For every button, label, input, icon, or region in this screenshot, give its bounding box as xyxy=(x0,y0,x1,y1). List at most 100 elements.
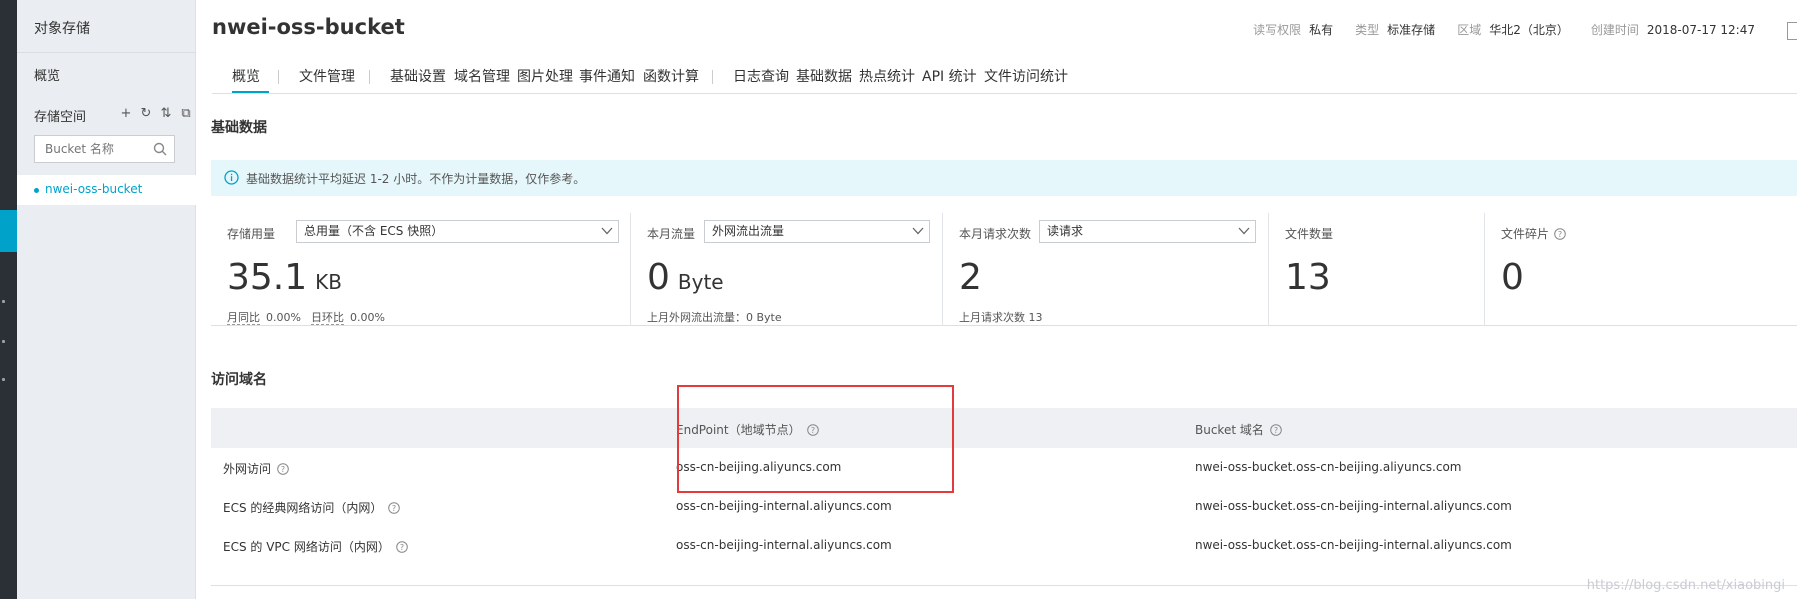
meta-permission: 读写权限 私有 xyxy=(1253,23,1334,37)
storage-space-row: 存储空间 + ↻ ⇅ ⧉ xyxy=(34,106,191,126)
svg-text:?: ? xyxy=(392,504,396,513)
stat-monthly-traffic: 本月流量 外网流出流量 0 Byte 上月外网流出流量：0 Byte xyxy=(631,213,941,326)
svg-text:?: ? xyxy=(400,543,404,552)
tab-basic-data[interactable]: 基础数据 xyxy=(796,66,852,86)
left-nav-dot xyxy=(2,378,5,381)
svg-text:?: ? xyxy=(1274,426,1278,435)
tab-hotspot-stats[interactable]: 热点统计 xyxy=(859,66,915,86)
help-icon[interactable]: ? xyxy=(1270,424,1282,436)
sidebar-divider xyxy=(17,52,196,53)
sidebar-title: 对象存储 xyxy=(34,21,90,37)
tab-file-access-stats[interactable]: 文件访问统计 xyxy=(984,66,1068,86)
tab-image-processing[interactable]: 图片处理 xyxy=(517,66,573,86)
search-icon[interactable] xyxy=(153,142,167,156)
row-endpoint[interactable]: oss-cn-beijing-internal.aliyuncs.com xyxy=(676,538,892,552)
row-bucket-domain[interactable]: nwei-oss-bucket.oss-cn-beijing-internal.… xyxy=(1195,538,1512,552)
table-row: 外网访问? oss-cn-beijing.aliyuncs.com nwei-o… xyxy=(211,448,1797,486)
sidebar-item-overview[interactable]: 概览 xyxy=(34,65,60,84)
tab-separator xyxy=(278,70,279,84)
storage-space-label: 存储空间 xyxy=(34,110,87,125)
section-bottom-divider xyxy=(211,585,1797,586)
request-type-select[interactable]: 读请求 xyxy=(1039,220,1256,243)
stat-label: 文件碎片? xyxy=(1501,225,1566,242)
stats-row: 存储用量 总用量（不含 ECS 快照） 35.1 KB 月同比 0.00% 日环比 0.… xyxy=(211,213,1797,326)
chevron-down-icon xyxy=(912,227,924,235)
tab-overview[interactable]: 概览 xyxy=(232,66,260,86)
info-notice: 基础数据统计平均延迟 1-2 小时。不作为计量数据，仅作参考。 xyxy=(211,160,1797,196)
add-icon[interactable]: + xyxy=(119,106,133,122)
sidebar-bucket-name: nwei-oss-bucket xyxy=(45,182,143,196)
tab-api-stats[interactable]: API 统计 xyxy=(922,66,977,86)
tab-separator xyxy=(712,70,713,84)
refresh-icon[interactable]: ↻ xyxy=(139,106,153,122)
watermark: https://blog.csdn.net/xiaobingi xyxy=(1586,578,1785,593)
left-nav-dot xyxy=(2,300,5,303)
tab-basic-settings[interactable]: 基础设置 xyxy=(390,66,446,86)
expand-icon[interactable]: ⧉ xyxy=(179,106,193,122)
highlight-annotation-box xyxy=(677,385,954,493)
main-content: nwei-oss-bucket 读写权限 私有 类型 标准存储 区域 华北2（北京） … xyxy=(197,0,1797,599)
stat-sub: 上月外网流出流量：0 Byte xyxy=(647,311,782,324)
stat-value: 2 xyxy=(959,257,982,298)
tab-function-compute[interactable]: 函数计算 xyxy=(643,66,699,86)
bucket-search-input[interactable] xyxy=(35,136,145,162)
table-header: EndPoint（地域节点）? Bucket 域名? xyxy=(211,408,1797,448)
help-icon[interactable]: ? xyxy=(388,502,401,514)
stat-sub: 上月请求次数 13 xyxy=(959,311,1043,324)
row-endpoint[interactable]: oss-cn-beijing-internal.aliyuncs.com xyxy=(676,499,892,513)
basic-data-title: 基础数据 xyxy=(211,120,267,136)
tab-bar: 概览 文件管理 基础设置 域名管理 图片处理 事件通知 函数计算 日志查询 基础… xyxy=(212,60,1797,94)
help-icon[interactable]: ? xyxy=(396,541,408,553)
stat-value: 0 xyxy=(1501,257,1524,298)
bucket-meta: 读写权限 私有 类型 标准存储 区域 华北2（北京） 创建时间 2018-07-17 1… xyxy=(1253,21,1755,38)
tab-log-query[interactable]: 日志查询 xyxy=(733,66,789,86)
help-icon[interactable]: ? xyxy=(277,463,289,475)
stat-value: 0 Byte xyxy=(647,257,724,298)
meta-created: 创建时间 2018-07-17 12:47 xyxy=(1590,23,1755,37)
svg-text:?: ? xyxy=(281,465,285,474)
left-nav-strip xyxy=(0,0,17,599)
storage-usage-select[interactable]: 总用量（不含 ECS 快照） xyxy=(296,220,619,243)
row-access-type: ECS 的 VPC 网络访问（内网）? xyxy=(223,538,408,555)
info-notice-text: 基础数据统计平均延迟 1-2 小时。不作为计量数据，仅作参考。 xyxy=(246,172,586,186)
stat-label: 存储用量 xyxy=(227,227,276,241)
page-title: nwei-oss-bucket xyxy=(212,15,405,39)
tab-file-management[interactable]: 文件管理 xyxy=(299,66,355,86)
active-tab-indicator xyxy=(232,91,269,93)
bucket-search-box xyxy=(34,135,175,163)
header-corner-button[interactable] xyxy=(1787,22,1797,40)
bucket-dot-icon xyxy=(34,188,39,193)
row-bucket-domain[interactable]: nwei-oss-bucket.oss-cn-beijing-internal.… xyxy=(1195,499,1512,513)
left-nav-dot xyxy=(2,340,5,343)
help-icon[interactable]: ? xyxy=(1554,228,1566,240)
stat-file-count: 文件数量 13 xyxy=(1269,213,1484,326)
stat-file-fragments: 文件碎片? 0 xyxy=(1485,213,1785,326)
tab-event-notification[interactable]: 事件通知 xyxy=(579,66,635,86)
left-nav-active-item[interactable] xyxy=(0,210,17,252)
sidebar: 对象存储 概览 存储空间 + ↻ ⇅ ⧉ nwei-oss-bucket xyxy=(17,0,196,599)
stat-label: 本月流量 xyxy=(647,227,696,241)
sort-icon[interactable]: ⇅ xyxy=(159,106,173,122)
tab-domain-management[interactable]: 域名管理 xyxy=(454,66,510,86)
traffic-type-select[interactable]: 外网流出流量 xyxy=(704,220,930,243)
stat-monthly-requests: 本月请求次数 读请求 2 上月请求次数 13 xyxy=(943,213,1267,326)
svg-text:?: ? xyxy=(1558,230,1562,239)
stat-value: 35.1 KB xyxy=(227,257,342,298)
stat-label: 本月请求次数 xyxy=(959,227,1032,241)
row-access-type: 外网访问? xyxy=(223,460,289,477)
stat-value: 13 xyxy=(1285,257,1331,298)
row-access-type: ECS 的经典网络访问（内网）? xyxy=(223,499,401,516)
meta-type: 类型 标准存储 xyxy=(1355,23,1436,37)
chevron-down-icon xyxy=(601,227,613,235)
stat-sub: 月同比 0.00% 日环比 0.00% xyxy=(227,311,385,325)
chevron-down-icon xyxy=(1238,227,1250,235)
access-domain-title: 访问域名 xyxy=(211,372,267,388)
sidebar-bucket-item[interactable]: nwei-oss-bucket xyxy=(17,175,196,205)
row-bucket-domain[interactable]: nwei-oss-bucket.oss-cn-beijing.aliyuncs.… xyxy=(1195,460,1461,474)
tab-separator xyxy=(369,70,370,84)
info-icon xyxy=(224,170,239,185)
page-header: nwei-oss-bucket 读写权限 私有 类型 标准存储 区域 华北2（北京） … xyxy=(197,0,1797,60)
table-header-bucket-domain: Bucket 域名? xyxy=(1195,421,1282,438)
stat-storage-usage: 存储用量 总用量（不含 ECS 快照） 35.1 KB 月同比 0.00% 日环比 0.… xyxy=(211,213,628,326)
table-row: ECS 的经典网络访问（内网）? oss-cn-beijing-internal… xyxy=(211,487,1797,525)
